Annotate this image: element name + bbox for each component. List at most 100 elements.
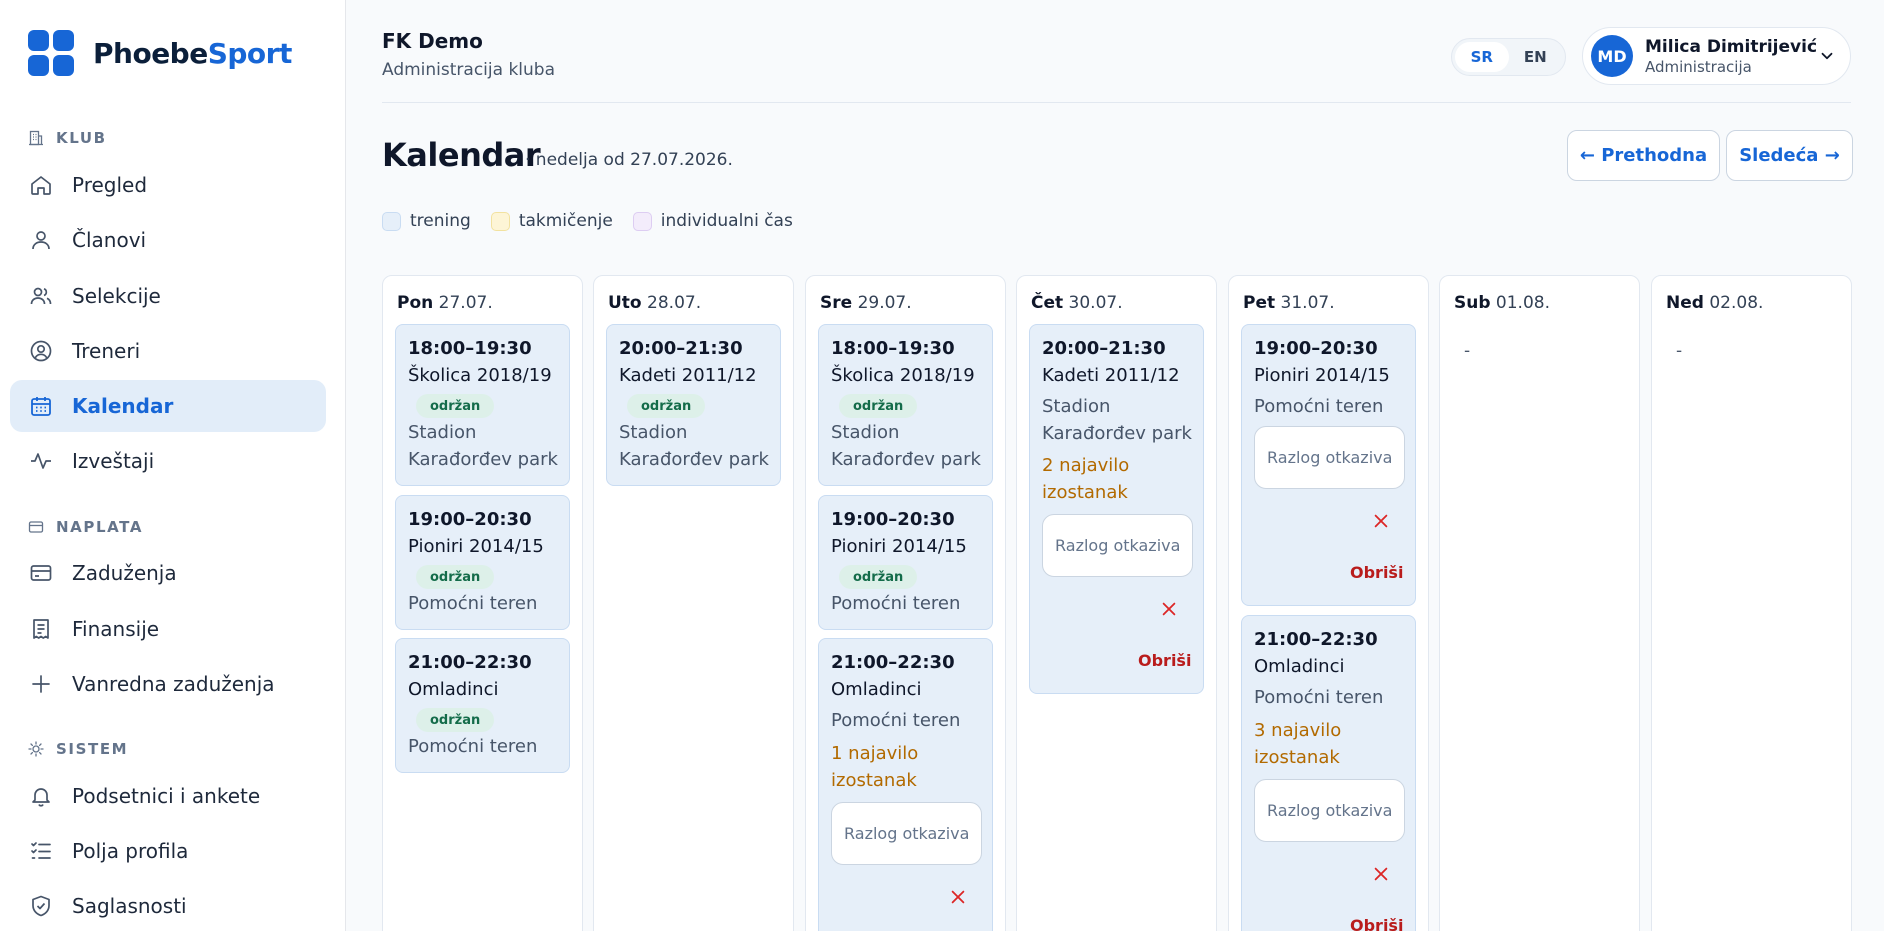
page-subtitle: · nedelja od 27.07.2026.	[525, 150, 733, 170]
sidebar-item-label: Finansije	[72, 617, 160, 641]
event-time: 21:00–22:30	[1254, 629, 1378, 650]
empty-day-placeholder: -	[1464, 341, 1471, 361]
club-name: FK Demo	[382, 29, 483, 53]
event-card[interactable]: 21:00–22:30 Omladinci Pomoćni teren 1 na…	[818, 638, 993, 931]
cancel-event-button[interactable]	[1370, 510, 1392, 532]
sidebar-item-treneri[interactable]: Treneri	[10, 325, 326, 377]
event-card[interactable]: 19:00–20:30 Pioniri 2014/15 održan Pomoć…	[818, 495, 993, 630]
cancel-event-button[interactable]	[1158, 598, 1180, 620]
event-group: Pioniri 2014/15	[831, 536, 967, 557]
main-content: FK Demo Administracija kluba SR EN MD Mi…	[347, 0, 1884, 931]
lang-en-button[interactable]: EN	[1509, 42, 1563, 72]
sidebar-item-label: Selekcije	[72, 284, 161, 308]
cancel-event-button[interactable]	[947, 886, 969, 908]
logo-mark-icon	[28, 30, 74, 76]
home-icon	[28, 172, 54, 198]
event-location: Pomoćni teren	[831, 710, 961, 731]
legend-swatch	[490, 211, 510, 231]
nav-section-sistem: SISTEM	[28, 740, 128, 758]
absence-notice: 2 najavilo izostanak	[1042, 455, 1130, 503]
event-location: Stadion Karađorđev park	[408, 422, 558, 470]
day-header: Uto 28.07.	[608, 293, 702, 313]
status-badge: održan	[839, 565, 918, 589]
sidebar-item-label: Saglasnosti	[72, 894, 187, 918]
sidebar-item-saglasnosti[interactable]: Saglasnosti	[10, 880, 326, 931]
event-time: 19:00–20:30	[408, 509, 532, 530]
close-icon	[1374, 514, 1388, 528]
sidebar-item-label: Polja profila	[72, 839, 189, 863]
sidebar-item-podsetnici[interactable]: Podsetnici i ankete	[10, 770, 326, 822]
event-location: Pomoćni teren	[1254, 396, 1384, 417]
day-header: Čet 30.07.	[1031, 293, 1123, 313]
shield-check-icon	[28, 893, 54, 919]
event-group: Kadeti 2011/12	[619, 365, 757, 386]
day-column-wed: Sre 29.07. 18:00–19:30 Školica 2018/19 o…	[805, 275, 1006, 931]
sidebar-item-kalendar[interactable]: Kalendar	[10, 380, 326, 432]
day-header: Pon 27.07.	[397, 293, 493, 313]
sidebar-item-label: Kalendar	[72, 394, 174, 418]
event-group: Pioniri 2014/15	[408, 536, 544, 557]
sidebar-item-izvestaji[interactable]: Izveštaji	[10, 435, 326, 487]
nav-section-klub: KLUB	[28, 129, 107, 147]
event-card[interactable]: 21:00–22:30 Omladinci Pomoćni teren 3 na…	[1241, 615, 1416, 931]
cancel-reason-input[interactable]	[1042, 514, 1193, 577]
avatar: MD	[1591, 35, 1633, 77]
user-info: Milica Dimitrijević Administracija	[1645, 37, 1817, 76]
delete-event-button[interactable]: Obriši	[1350, 563, 1403, 582]
calendar-icon	[28, 393, 54, 419]
delete-event-button[interactable]: Obriši	[1350, 916, 1403, 931]
next-week-button[interactable]: Sledeća →	[1726, 130, 1853, 181]
lang-sr-button[interactable]: SR	[1455, 42, 1509, 72]
sidebar-item-vanredna-zaduzenja[interactable]: Vanredna zaduženja	[10, 658, 326, 710]
delete-event-button[interactable]: Obriši	[1138, 651, 1191, 670]
event-card[interactable]: 19:00–20:30 Pioniri 2014/15 Pomoćni tere…	[1241, 324, 1416, 606]
brand-name: PhoebeSport	[93, 36, 292, 70]
day-column-sun: Ned 02.08. -	[1651, 275, 1852, 931]
sidebar-item-finansije[interactable]: Finansije	[10, 603, 326, 655]
wallet-icon	[28, 521, 44, 533]
sidebar-item-label: Treneri	[72, 339, 141, 363]
cancel-event-button[interactable]	[1370, 863, 1392, 885]
plus-icon	[28, 671, 54, 697]
sidebar-item-label: Pregled	[72, 173, 148, 197]
event-time: 18:00–19:30	[408, 338, 532, 359]
user-role: Administracija	[1645, 57, 1752, 76]
event-card[interactable]: 18:00–19:30 Školica 2018/19 održan Stadi…	[818, 324, 993, 486]
close-icon	[951, 890, 965, 904]
activity-icon	[28, 448, 54, 474]
status-badge: održan	[416, 394, 495, 418]
event-location: Pomoćni teren	[831, 593, 961, 614]
event-group: Omladinci	[408, 679, 499, 700]
legend-swatch	[632, 211, 652, 231]
sidebar: PhoebeSport KLUB Pregled Članovi Selekci…	[0, 0, 346, 931]
status-badge: održan	[627, 394, 706, 418]
page-title: Kalendar	[382, 136, 541, 174]
event-time: 19:00–20:30	[831, 509, 955, 530]
event-card[interactable]: 20:00–21:30 Kadeti 2011/12 Stadion Karađ…	[1029, 324, 1204, 694]
sidebar-item-label: Vanredna zaduženja	[72, 672, 275, 696]
brand-logo[interactable]: PhoebeSport	[28, 30, 292, 76]
chevron-down-icon	[1821, 52, 1833, 60]
cancel-reason-input[interactable]	[1254, 426, 1405, 489]
event-card[interactable]: 19:00–20:30 Pioniri 2014/15 održan Pomoć…	[395, 495, 570, 630]
previous-week-button[interactable]: ← Prethodna	[1567, 130, 1720, 181]
day-column-thu: Čet 30.07. 20:00–21:30 Kadeti 2011/12 St…	[1016, 275, 1217, 931]
user-menu-button[interactable]: MD Milica Dimitrijević Administracija	[1582, 27, 1851, 85]
event-group: Omladinci	[1254, 656, 1345, 677]
sidebar-item-polja-profila[interactable]: Polja profila	[10, 825, 326, 877]
event-time: 20:00–21:30	[1042, 338, 1166, 359]
event-location: Stadion Karađorđev park	[619, 422, 769, 470]
sidebar-item-clanovi[interactable]: Članovi	[10, 214, 326, 266]
cancel-reason-input[interactable]	[831, 802, 982, 865]
users-icon	[28, 283, 54, 309]
event-card[interactable]: 18:00–19:30 Školica 2018/19 održan Stadi…	[395, 324, 570, 486]
sidebar-item-pregled[interactable]: Pregled	[10, 159, 326, 211]
event-card[interactable]: 21:00–22:30 Omladinci održan Pomoćni ter…	[395, 638, 570, 773]
sidebar-item-selekcije[interactable]: Selekcije	[10, 270, 326, 322]
event-card[interactable]: 20:00–21:30 Kadeti 2011/12 održan Stadio…	[606, 324, 781, 486]
sidebar-item-zaduzenja[interactable]: Zaduženja	[10, 547, 326, 599]
cancel-reason-input[interactable]	[1254, 779, 1405, 842]
close-icon	[1374, 867, 1388, 881]
day-header: Pet 31.07.	[1243, 293, 1335, 313]
sidebar-item-label: Zaduženja	[72, 561, 177, 585]
